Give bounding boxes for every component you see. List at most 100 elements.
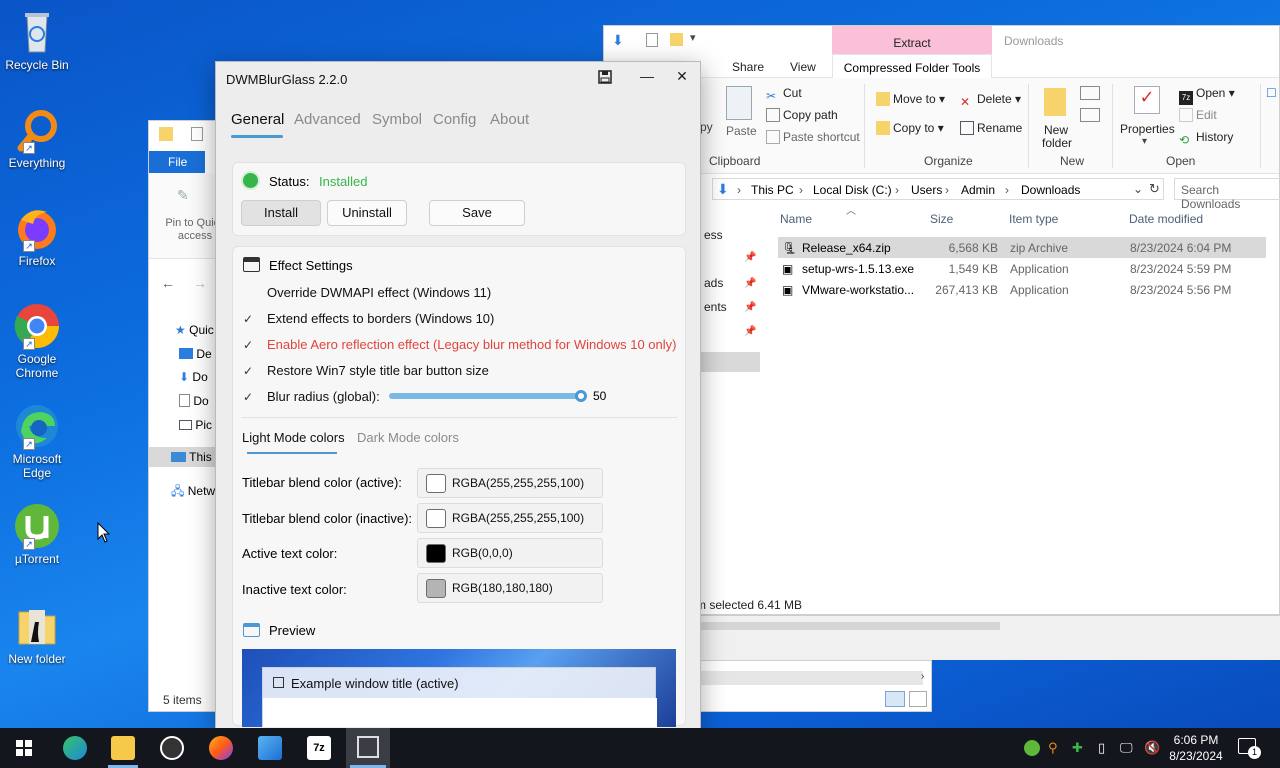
table-row[interactable]: 🗜 Release_x64.zip 6,568 KB zip Archive 8… xyxy=(778,237,1266,258)
address-bar[interactable]: ⬇ › This PC › Local Disk (C:) › Users › … xyxy=(712,178,1164,200)
tab-compressed-folder-tools[interactable]: Compressed Folder Tools xyxy=(832,54,992,78)
breadcrumb-downloads[interactable]: Downloads xyxy=(1021,183,1080,197)
cut-button[interactable]: ✂ Cut xyxy=(766,86,802,103)
color-picker-inactive-text[interactable]: RGB(180,180,180) xyxy=(417,573,603,603)
move-to-button[interactable]: Move to ▾ xyxy=(876,92,945,106)
option-override-dwmapi[interactable]: Override DWMAPI effect (Windows 11) xyxy=(243,285,491,300)
chevron-down-icon[interactable]: ⌄ xyxy=(1133,182,1143,196)
tray-network-icon[interactable]: 🖵 xyxy=(1120,740,1133,756)
taskbar-media-player-icon[interactable] xyxy=(160,736,184,760)
file-tab[interactable]: File xyxy=(149,151,205,173)
taskbar-dwmblurglass-active[interactable] xyxy=(346,728,390,768)
breadcrumb-admin[interactable]: Admin xyxy=(961,183,995,197)
horizontal-scrollbar[interactable] xyxy=(701,671,923,685)
new-item-icon[interactable] xyxy=(1080,86,1100,100)
option-restore-win7-buttons[interactable]: ✓ Restore Win7 style title bar button siz… xyxy=(243,363,489,378)
tree-this-pc[interactable]: This xyxy=(171,450,212,464)
save-button[interactable]: Save xyxy=(429,200,525,226)
explorer-window-downloads[interactable]: ⬇ ▾ Extract Downloads Share View Compres… xyxy=(603,25,1280,615)
breadcrumb-local-disk[interactable]: Local Disk (C:) xyxy=(813,183,892,197)
nav-symbol[interactable]: Symbol xyxy=(372,111,422,128)
rename-button[interactable]: Rename xyxy=(960,121,1022,135)
column-name[interactable]: Name xyxy=(780,212,812,226)
dwmblurglass-window[interactable]: DWMBlurGlass 2.2.0 — ✕ General Advanced … xyxy=(215,61,701,729)
tray-everything-icon[interactable]: ⚲ xyxy=(1048,740,1058,756)
desktop-icon-firefox[interactable]: ↗ Firefox xyxy=(0,204,74,268)
desktop-icon-new-folder[interactable]: New folder xyxy=(0,602,74,666)
desktop-icon-utorrent[interactable]: ↗ µTorrent xyxy=(0,502,74,566)
minimize-icon[interactable]: — xyxy=(636,68,658,86)
taskbar-7zip-icon[interactable]: 7z xyxy=(307,736,331,760)
open-button[interactable]: 7z Open ▾ xyxy=(1179,86,1235,105)
tray-volume-muted-icon[interactable]: 🔇 xyxy=(1144,740,1160,756)
select-all-partial[interactable]: ☐ S xyxy=(1266,86,1280,100)
new-folder-button[interactable]: New folder xyxy=(1042,124,1072,150)
tree-network[interactable]: 🖧 Netw xyxy=(171,482,215,503)
easy-access-icon[interactable] xyxy=(1080,108,1100,122)
forward-arrow-icon[interactable]: → xyxy=(193,275,207,291)
tree-desktop[interactable]: De xyxy=(179,347,212,361)
desktop-icon-everything[interactable]: ↗ Everything xyxy=(0,106,74,170)
nav-config[interactable]: Config xyxy=(433,111,476,128)
scroll-right-icon[interactable]: › xyxy=(921,671,924,682)
details-view-icon[interactable] xyxy=(885,691,905,707)
table-row[interactable]: ▣ VMware-workstatio... 267,413 KB Applic… xyxy=(778,279,1266,300)
desktop-icon-chrome[interactable]: ↗ Google Chrome xyxy=(0,302,74,380)
paste-shortcut-button[interactable]: Paste shortcut xyxy=(766,130,860,144)
nav-about[interactable]: About xyxy=(490,111,529,128)
taskbar-file-explorer-icon[interactable] xyxy=(111,736,135,760)
delete-button[interactable]: ✕ Delete ▾ xyxy=(960,92,1021,109)
tab-share[interactable]: Share xyxy=(732,60,764,74)
taskbar-photos-icon[interactable] xyxy=(258,736,282,760)
table-row[interactable]: ▣ setup-wrs-1.5.13.exe 1,549 KB Applicat… xyxy=(778,258,1266,279)
refresh-icon[interactable]: ↻ xyxy=(1149,181,1160,197)
install-button[interactable]: Install xyxy=(241,200,321,226)
copy-path-button[interactable]: Copy path xyxy=(766,108,838,122)
column-size[interactable]: Size xyxy=(930,212,953,226)
desktop-icon-recycle-bin[interactable]: Recycle Bin xyxy=(0,8,74,72)
color-picker-active-text[interactable]: RGB(0,0,0) xyxy=(417,538,603,568)
column-type[interactable]: Item type xyxy=(1009,212,1058,226)
breadcrumb-users[interactable]: Users xyxy=(911,183,942,197)
search-input[interactable]: Search Downloads xyxy=(1174,178,1280,211)
tab-view[interactable]: View xyxy=(790,60,816,74)
option-blur-radius[interactable]: ✓ Blur radius (global): xyxy=(243,389,380,404)
color-picker-titlebar-inactive[interactable]: RGBA(255,255,255,100) xyxy=(417,503,603,533)
taskbar-firefox-icon[interactable] xyxy=(209,736,233,760)
blur-radius-slider[interactable] xyxy=(389,390,588,402)
desktop-icon-edge[interactable]: ↗ Microsoft Edge xyxy=(0,402,74,480)
paste-button[interactable]: Paste xyxy=(726,124,757,138)
nav-advanced[interactable]: Advanced xyxy=(294,111,361,128)
column-date[interactable]: Date modified xyxy=(1129,212,1203,226)
scrollbar[interactable] xyxy=(700,622,1000,630)
option-extend-borders[interactable]: ✓ Extend effects to borders (Windows 10) xyxy=(243,311,494,326)
color-picker-titlebar-active[interactable]: RGBA(255,255,255,100) xyxy=(417,468,603,498)
copy-to-button[interactable]: Copy to ▾ xyxy=(876,121,944,135)
properties-dropdown-icon[interactable]: ▾ xyxy=(1142,136,1147,147)
option-aero-reflection[interactable]: ✓ Enable Aero reflection effect (Legacy b… xyxy=(243,337,676,352)
properties-button[interactable]: Properties xyxy=(1120,122,1175,136)
tab-dark-mode-colors[interactable]: Dark Mode colors xyxy=(357,430,459,445)
taskbar-edge-icon[interactable] xyxy=(63,736,87,760)
tree-downloads[interactable]: ⬇ Do xyxy=(179,370,208,384)
breadcrumb-this-pc[interactable]: This PC xyxy=(751,183,794,197)
tray-clock[interactable]: 6:06 PM 8/23/2024 xyxy=(1166,732,1226,764)
large-icons-view-icon[interactable] xyxy=(909,691,927,707)
tree-pictures[interactable]: Pic xyxy=(179,418,212,432)
tree-documents[interactable]: Do xyxy=(179,394,209,408)
quick-access-dropdown-icon[interactable]: ▾ xyxy=(690,31,696,44)
tray-battery-icon[interactable]: ▯ xyxy=(1098,740,1105,756)
tree-quick-access[interactable]: ★ Quic xyxy=(175,323,214,337)
uninstall-button[interactable]: Uninstall xyxy=(327,200,407,226)
nav-general[interactable]: General xyxy=(231,111,284,128)
close-icon[interactable]: ✕ xyxy=(671,68,693,86)
tab-light-mode-colors[interactable]: Light Mode colors xyxy=(242,430,345,445)
edit-button[interactable]: Edit xyxy=(1179,108,1217,122)
save-floppy-icon[interactable] xyxy=(594,68,616,86)
back-arrow-icon[interactable]: ← xyxy=(161,275,175,291)
start-button[interactable] xyxy=(16,740,32,759)
tray-utorrent-icon[interactable] xyxy=(1024,740,1040,756)
tray-shield-icon[interactable]: ✚ xyxy=(1072,740,1083,756)
history-button[interactable]: ⟲ History xyxy=(1179,130,1233,147)
slider-thumb[interactable] xyxy=(575,390,588,402)
